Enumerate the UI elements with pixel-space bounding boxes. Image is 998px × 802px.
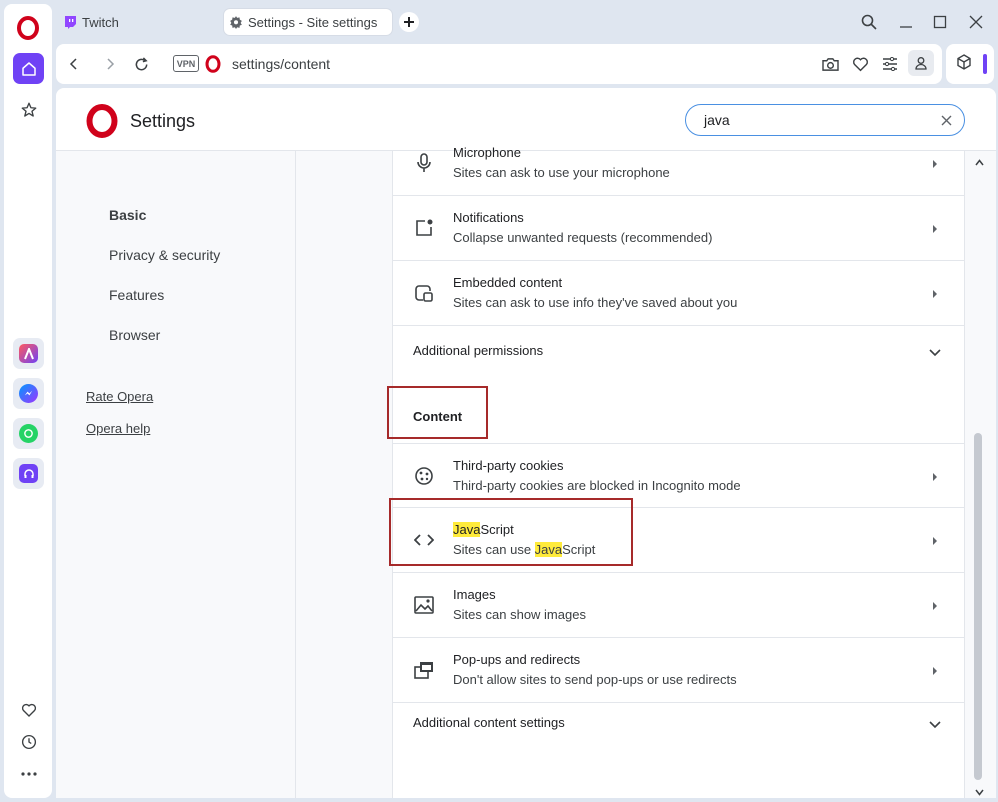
page-scrollbar[interactable] (965, 151, 996, 798)
chevron-right-icon (931, 663, 939, 681)
chevron-right-icon (931, 221, 939, 239)
more-icon[interactable] (13, 758, 44, 789)
twitch-icon (62, 14, 78, 30)
chevron-right-icon (931, 286, 939, 304)
embedded-content-row[interactable]: Embedded content Sites can ask to use in… (393, 261, 965, 326)
url-text[interactable]: settings/content (232, 56, 330, 72)
music-app-icon[interactable] (13, 458, 44, 489)
new-tab-button[interactable] (399, 12, 419, 32)
nav-browser[interactable]: Browser (109, 327, 160, 343)
notifications-row[interactable]: Notifications Collapse unwanted requests… (393, 196, 965, 261)
row-subtitle: Sites can ask to use your microphone (453, 165, 670, 180)
gear-icon (228, 14, 244, 30)
additional-permissions-expander[interactable]: Additional permissions (393, 326, 965, 376)
maximize-icon[interactable] (929, 11, 951, 33)
home-icon[interactable] (13, 53, 44, 84)
chevron-right-icon (931, 469, 939, 487)
easy-setup-icon[interactable] (879, 53, 901, 75)
row-title: Pop-ups and redirects (453, 652, 581, 667)
scroll-down-icon[interactable] (975, 783, 984, 798)
chevron-right-icon (931, 156, 939, 174)
chevron-right-icon (931, 533, 939, 551)
nav-basic[interactable]: Basic (109, 207, 146, 223)
aria-app-icon[interactable] (13, 338, 44, 369)
rate-opera-link[interactable]: Rate Opera (86, 389, 153, 404)
tab-settings[interactable]: Settings - Site settings (224, 9, 392, 35)
address-bar: VPN settings/content (56, 44, 942, 84)
embedded-content-icon (413, 282, 435, 304)
minimize-icon[interactable] (895, 11, 917, 33)
star-icon[interactable] (13, 94, 44, 125)
chevron-down-icon (929, 344, 941, 362)
opera-url-icon (205, 55, 221, 78)
tab-label: Settings - Site settings (248, 14, 378, 30)
camera-icon[interactable] (819, 53, 841, 75)
settings-nav: Basic Privacy & security Features Browse… (56, 151, 296, 798)
microphone-icon (413, 152, 435, 174)
opera-help-link[interactable]: Opera help (86, 421, 150, 436)
content-highlight-box (387, 386, 488, 439)
vpn-badge[interactable]: VPN (173, 55, 199, 72)
chevron-right-icon (931, 598, 939, 616)
browser-sidebar (4, 4, 52, 798)
profile-icon[interactable] (908, 50, 934, 76)
clear-search-icon[interactable] (938, 112, 954, 128)
row-subtitle: Sites can show images (453, 607, 586, 622)
row-subtitle: Don't allow sites to send pop-ups or use… (453, 672, 737, 687)
popups-redirects-row[interactable]: Pop-ups and redirects Don't allow sites … (393, 638, 965, 703)
messenger-app-icon[interactable] (13, 378, 44, 409)
row-title: Third-party cookies (453, 458, 564, 473)
sidebar-toggle-indicator[interactable] (983, 54, 987, 74)
bookmark-heart-icon[interactable] (849, 53, 871, 75)
row-title: Embedded content (453, 275, 563, 290)
image-icon (413, 594, 435, 616)
javascript-highlight-box (389, 498, 633, 566)
tab-search-icon[interactable] (858, 11, 880, 33)
additional-content-settings-expander[interactable]: Additional content settings (393, 698, 965, 748)
heart-icon[interactable] (13, 694, 44, 725)
scrollbar-thumb[interactable] (974, 433, 982, 780)
settings-content: Microphone Sites can ask to use your mic… (392, 145, 965, 798)
opera-logo-icon[interactable] (16, 16, 40, 40)
images-row[interactable]: Images Sites can show images (393, 573, 965, 638)
reload-icon[interactable] (131, 54, 151, 74)
nav-privacy-security[interactable]: Privacy & security (109, 247, 220, 263)
opera-settings-logo-icon (86, 104, 118, 143)
nav-features[interactable]: Features (109, 287, 164, 303)
page-title: Settings (130, 111, 196, 131)
row-title: Microphone (453, 145, 521, 160)
popup-icon (413, 659, 435, 681)
close-window-icon[interactable] (965, 11, 987, 33)
tab-twitch[interactable]: Twitch (60, 9, 220, 35)
row-subtitle: Third-party cookies are blocked in Incog… (453, 478, 741, 493)
expander-label: Additional permissions (413, 343, 544, 358)
row-title: Notifications (453, 210, 524, 225)
expander-label: Additional content settings (413, 715, 565, 730)
content-gutter (296, 151, 392, 798)
chevron-down-icon (929, 716, 941, 734)
whatsapp-app-icon[interactable] (13, 418, 44, 449)
search-value[interactable]: java (704, 112, 730, 128)
forward-icon[interactable] (100, 54, 120, 74)
extensions-icon[interactable] (956, 54, 972, 75)
microphone-row[interactable]: Microphone Sites can ask to use your mic… (393, 131, 965, 196)
cookie-icon (413, 465, 435, 487)
scroll-up-icon[interactable] (975, 153, 984, 171)
notification-icon (413, 217, 435, 239)
row-title: Images (453, 587, 496, 602)
history-icon[interactable] (13, 726, 44, 757)
settings-page: Settings java Basic Privacy & security F… (56, 88, 996, 798)
extensions-area (946, 44, 994, 84)
back-icon[interactable] (64, 54, 84, 74)
row-subtitle: Collapse unwanted requests (recommended) (453, 230, 713, 245)
row-subtitle: Sites can ask to use info they've saved … (453, 295, 738, 310)
tab-label: Twitch (82, 14, 119, 30)
